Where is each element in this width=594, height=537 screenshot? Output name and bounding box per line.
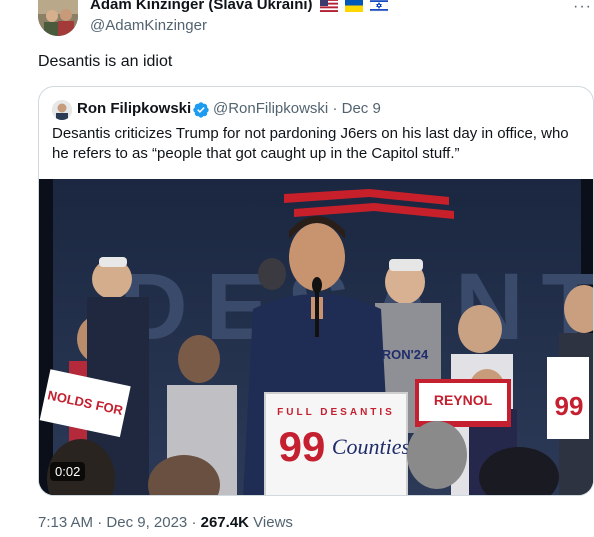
quoted-author-name[interactable]: Ron Filipkowski [77,100,191,117]
quoted-avatar[interactable] [52,100,72,120]
tweet-meta: 7:13 AM · Dec 9, 2023 · 267.4K Views [38,514,293,531]
tweet-time[interactable]: 7:13 AM [38,514,93,531]
video-player[interactable]: DESANTIS [39,179,593,495]
tweet-date[interactable]: Dec 9, 2023 [106,514,187,531]
quoted-handle: @RonFilipkowski [213,100,329,117]
right-sign-text: REYNOL [434,392,493,408]
right-sign-number: 99 [555,391,584,421]
israel-flag-icon [370,0,389,12]
sign-top-text: FULL DESANTIS [277,407,395,418]
author-name[interactable]: Adam Kinzinger (Slava Ukraini) [90,0,389,13]
author-avatar[interactable] [38,0,78,36]
verified-badge-icon [193,102,209,118]
video-duration: 0:02 [50,462,86,481]
views-count: 267.4K [200,514,249,531]
separator-dot: · [332,100,338,117]
separator-dot: · [191,514,197,531]
video-frame: DESANTIS [39,179,593,495]
shirt-text: RON'24 [382,347,429,362]
tweet-text: Desantis is an idiot [38,53,173,70]
more-options-icon[interactable]: ··· [573,0,592,16]
quoted-tweet[interactable]: Ron Filipkowski @RonFilipkowski · Dec 9 … [38,86,594,496]
sign-word: Counties [332,434,410,459]
ukraine-flag-icon [344,0,363,12]
quoted-handle-date[interactable]: @RonFilipkowski · Dec 9 [213,100,381,117]
separator-dot: · [97,514,103,531]
us-flag-icon [319,0,338,12]
quoted-date[interactable]: Dec 9 [342,100,381,117]
sign-number: 99 [279,423,326,470]
quoted-text: Desantis criticizes Trump for not pardon… [52,125,569,162]
views-label: Views [253,514,293,531]
author-display-name: Adam Kinzinger (Slava Ukraini) [90,0,313,13]
author-handle[interactable]: @AdamKinzinger [90,17,207,34]
